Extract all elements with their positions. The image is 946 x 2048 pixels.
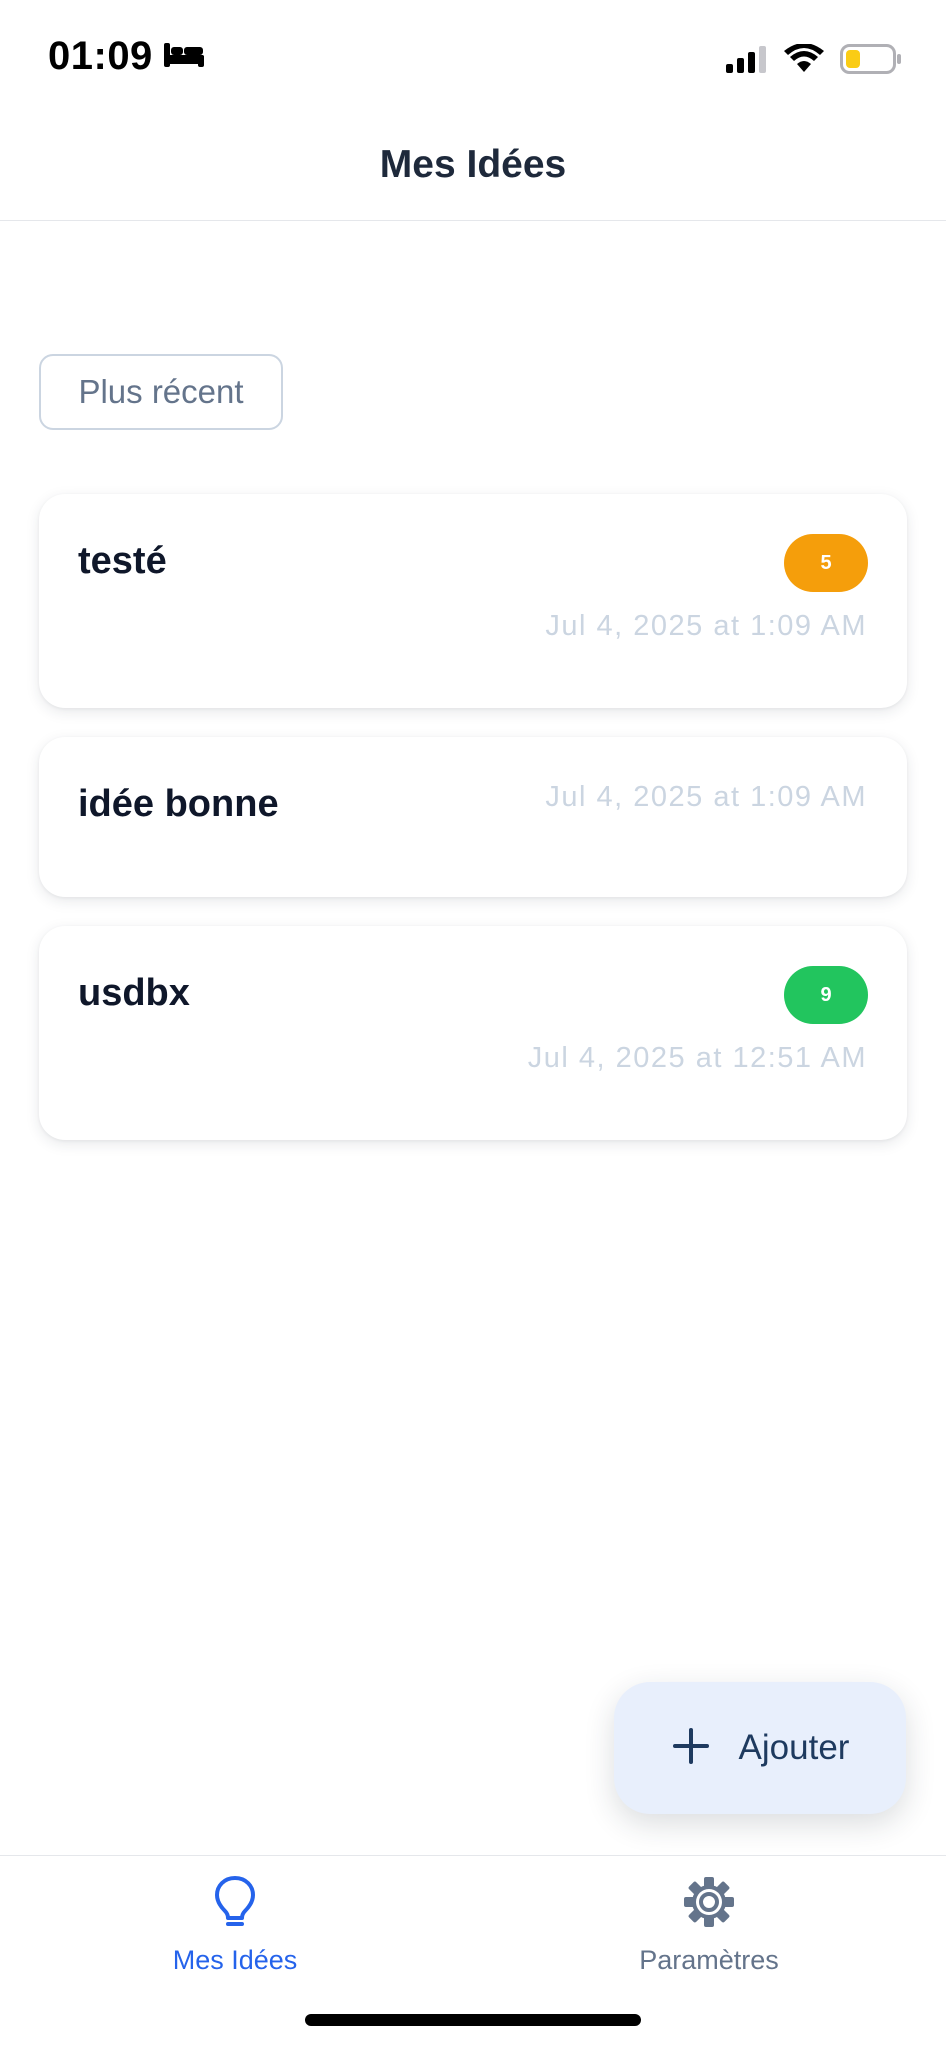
- tab-bar: Mes Idées Paramètres: [0, 1855, 946, 2048]
- tab-label: Paramètres: [639, 1945, 779, 1975]
- add-idea-button[interactable]: Ajouter: [614, 1682, 906, 1814]
- status-time-group: 01:09: [48, 34, 205, 79]
- wifi-icon: [784, 43, 824, 79]
- idea-date: Jul 4, 2025 at 1:09 AM: [545, 781, 867, 813]
- idea-title: idée bonne: [78, 783, 279, 825]
- header: Mes Idées: [0, 110, 946, 221]
- status-icons: [726, 43, 902, 79]
- idea-card[interactable]: usdbx 9 Jul 4, 2025 at 12:51 AM: [39, 926, 907, 1140]
- idea-badge: 9: [784, 966, 868, 1024]
- sort-button[interactable]: Plus récent: [39, 354, 283, 430]
- bed-icon: [163, 39, 205, 74]
- add-idea-label: Ajouter: [738, 1728, 850, 1767]
- tab-parametres[interactable]: Paramètres: [559, 1874, 859, 1976]
- status-bar: 01:09: [0, 0, 946, 110]
- plus-icon: [671, 1726, 711, 1771]
- idea-title: testé: [78, 540, 167, 582]
- status-time: 01:09: [48, 34, 153, 78]
- idea-card[interactable]: testé 5 Jul 4, 2025 at 1:09 AM: [39, 494, 907, 708]
- cellular-signal-icon: [726, 45, 768, 78]
- gear-icon: [682, 1874, 736, 1935]
- battery-low-icon: [840, 44, 902, 79]
- lightbulb-icon: [213, 1874, 257, 1935]
- idea-card[interactable]: idée bonne Jul 4, 2025 at 1:09 AM: [39, 737, 907, 897]
- idea-date: Jul 4, 2025 at 1:09 AM: [545, 610, 867, 642]
- tab-mes-idees[interactable]: Mes Idées: [85, 1874, 385, 1976]
- idea-title: usdbx: [78, 972, 190, 1014]
- home-indicator: [305, 2014, 641, 2026]
- page-title: Mes Idées: [379, 143, 567, 186]
- idea-date: Jul 4, 2025 at 12:51 AM: [527, 1042, 867, 1074]
- tab-label: Mes Idées: [172, 1945, 298, 1975]
- idea-badge: 5: [784, 534, 868, 592]
